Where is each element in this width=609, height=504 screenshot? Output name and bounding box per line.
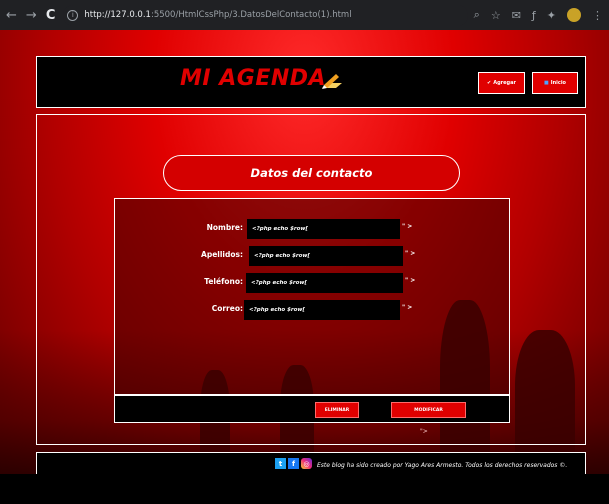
correo-input[interactable]: <?php echo $row[: [244, 300, 400, 320]
pencil-paper-icon: [322, 74, 342, 89]
info-icon[interactable]: i: [67, 9, 79, 21]
site-header: MI AGENDA ✔ Agregar ■ Inicio: [36, 56, 586, 108]
url-path: :5500/HtmlCssPhp/3.DatosDelContacto(1).h…: [150, 10, 352, 20]
footer-copyright: Este blog ha sido creado por Yago Ares A…: [317, 462, 568, 469]
add-contact-label: Agregar: [493, 80, 516, 86]
correo-tail: " >: [402, 304, 413, 311]
nombre-tail: " >: [402, 223, 413, 230]
contact-form: Nombre: <?php echo $row[ " > Apellidos: …: [114, 198, 510, 395]
field-row-correo: Correo: <?php echo $row[ " >: [115, 300, 511, 322]
field-row-telefono: Teléfono: <?php echo $row[ " >: [115, 273, 511, 295]
profile-avatar[interactable]: [567, 8, 581, 22]
correo-label: Correo:: [211, 304, 243, 313]
twitter-icon[interactable]: t: [275, 458, 286, 469]
url-host: http://127.0.0.1: [84, 10, 151, 20]
telefono-input[interactable]: <?php echo $row[: [246, 273, 403, 293]
apellidos-label: Apellidos:: [201, 250, 243, 259]
apellidos-input[interactable]: <?php echo $row[: [249, 246, 403, 266]
zoom-icon[interactable]: ⌕: [474, 8, 480, 22]
extension-mail-icon[interactable]: ✉: [512, 9, 521, 22]
instagram-icon[interactable]: ◎: [301, 458, 312, 469]
home-button[interactable]: ■ Inicio: [532, 72, 578, 94]
site-footer: t f ◎ Este blog ha sido creado por Yago …: [36, 452, 586, 478]
delete-button[interactable]: ELIMINAR: [315, 402, 359, 418]
forward-icon[interactable]: →: [26, 9, 37, 22]
reload-icon[interactable]: C: [46, 9, 56, 22]
extension-icon[interactable]: ƒ: [532, 9, 536, 22]
facebook-icon[interactable]: f: [288, 458, 299, 469]
modify-button[interactable]: MODIFICAR: [391, 402, 466, 418]
stray-output-text: ">: [420, 428, 428, 435]
menu-icon[interactable]: ⋮: [592, 9, 603, 22]
home-label: Inicio: [550, 80, 566, 86]
nombre-label: Nombre:: [206, 223, 243, 232]
home-icon: ■: [544, 80, 549, 86]
form-actions: ELIMINAR MODIFICAR: [114, 395, 510, 423]
page-background: MI AGENDA ✔ Agregar ■ Inicio Datos del c…: [0, 30, 609, 504]
back-icon[interactable]: ←: [6, 9, 17, 22]
check-icon: ✔: [487, 80, 492, 86]
field-row-nombre: Nombre: <?php echo $row[ " >: [115, 219, 511, 241]
main-content: Datos del contacto Nombre: <?php echo $r…: [36, 114, 586, 445]
address-bar[interactable]: i http://127.0.0.1:5500/HtmlCssPhp/3.Dat…: [63, 4, 468, 26]
telefono-tail: " >: [405, 277, 416, 284]
page-title: Datos del contacto: [163, 155, 460, 191]
site-logo[interactable]: MI AGENDA: [180, 66, 326, 91]
telefono-label: Teléfono:: [204, 277, 243, 286]
field-row-apellidos: Apellidos: <?php echo $row[ " >: [115, 246, 511, 268]
add-contact-button[interactable]: ✔ Agregar: [478, 72, 525, 94]
apellidos-tail: " >: [405, 250, 416, 257]
browser-toolbar: ← → C i http://127.0.0.1:5500/HtmlCssPhp…: [0, 0, 609, 30]
nombre-input[interactable]: <?php echo $row[: [247, 219, 400, 239]
star-icon[interactable]: ☆: [491, 9, 501, 22]
social-links: t f ◎: [275, 458, 312, 469]
puzzle-icon[interactable]: ✦: [547, 9, 556, 22]
